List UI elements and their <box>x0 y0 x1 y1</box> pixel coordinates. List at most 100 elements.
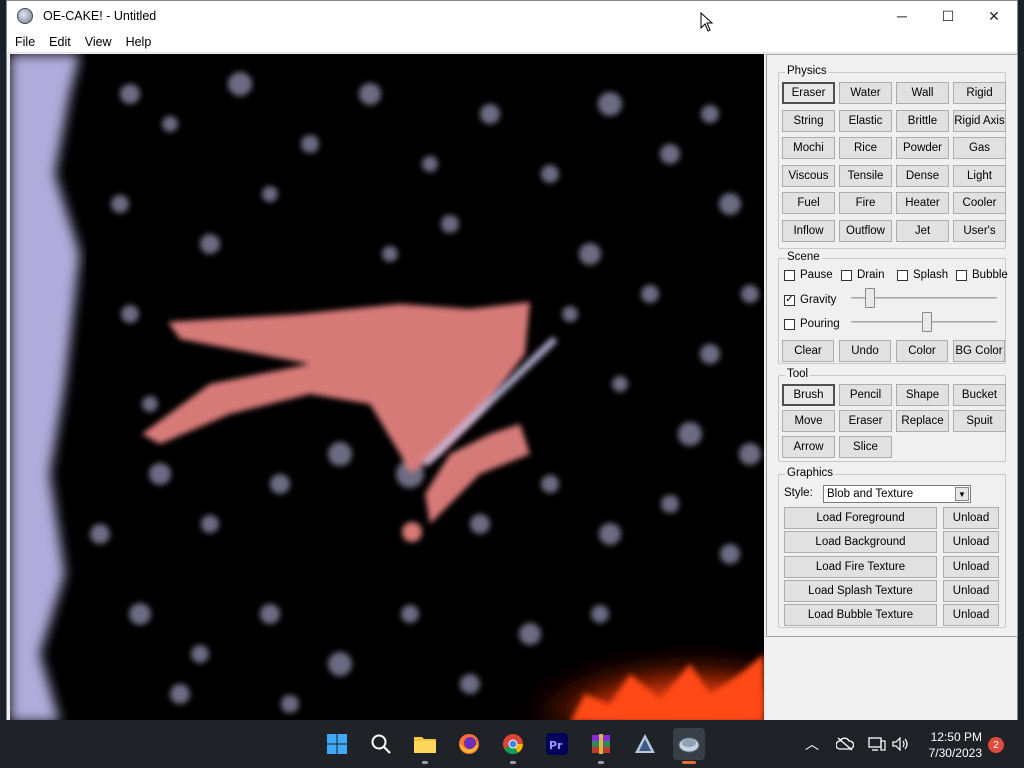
chrome-icon[interactable] <box>497 728 529 764</box>
pouring-slider-thumb[interactable] <box>921 312 932 332</box>
simulation-canvas[interactable] <box>10 54 764 722</box>
physics-group: Physics Eraser Water Wall Rigid String Elasti… <box>778 65 1006 249</box>
system-clock[interactable]: 12:50 PM 7/30/2023 <box>929 729 982 761</box>
maximize-button[interactable]: ☐ <box>925 1 971 31</box>
tool-eraser-button[interactable]: Eraser <box>839 410 892 432</box>
scene-group: Scene Pause Drain Splash Bubble ✓ Gravity… <box>778 251 1008 364</box>
physics-wall-button[interactable]: Wall <box>896 82 949 104</box>
physics-rigid-button[interactable]: Rigid <box>953 82 1006 104</box>
physics-powder-button[interactable]: Powder <box>896 137 949 160</box>
style-dropdown-value: Blob and Texture <box>827 488 914 500</box>
pause-label: Pause <box>800 269 833 281</box>
load-background-button[interactable]: Load Background <box>784 531 937 554</box>
tool-shape-button[interactable]: Shape <box>896 384 949 406</box>
pause-box <box>784 269 795 281</box>
physics-eraser-button[interactable]: Eraser <box>782 82 835 104</box>
unload-foreground-button[interactable]: Unload <box>943 507 999 529</box>
menu-file[interactable]: File <box>9 35 41 49</box>
chevron-down-icon[interactable]: ▼ <box>955 487 969 501</box>
physics-water-button[interactable]: Water <box>839 82 892 104</box>
windows-start-icon[interactable] <box>321 728 353 760</box>
title-bar[interactable]: OE-CAKE! - Untitled ─ ☐ ✕ <box>7 1 1017 31</box>
tool-slice-button[interactable]: Slice <box>839 436 892 458</box>
style-dropdown[interactable]: Blob and Texture ▼ <box>823 485 971 503</box>
menu-edit[interactable]: Edit <box>43 35 77 49</box>
oe-cake-icon[interactable] <box>673 728 705 764</box>
menu-help[interactable]: Help <box>120 35 158 49</box>
network-icon[interactable] <box>868 720 886 768</box>
app-window: OE-CAKE! - Untitled ─ ☐ ✕ File Edit View… <box>6 0 1018 722</box>
bubble-label: Bubble <box>972 269 1008 281</box>
physics-user-s-button[interactable]: User's <box>953 220 1006 242</box>
close-button[interactable]: ✕ <box>971 1 1017 31</box>
physics-tensile-button[interactable]: Tensile <box>839 164 892 187</box>
unload-splash-texture-button[interactable]: Unload <box>943 579 999 602</box>
tool-arrow-button[interactable]: Arrow <box>782 436 835 458</box>
show-hidden-icons-button[interactable]: ︿ <box>805 720 819 768</box>
inkscape-icon[interactable] <box>629 728 661 760</box>
physics-mochi-button[interactable]: Mochi <box>782 137 835 160</box>
file-explorer-running-indicator <box>422 761 428 764</box>
pause-checkbox[interactable]: Pause <box>784 269 833 281</box>
firefox-icon[interactable] <box>453 728 485 760</box>
physics-elastic-button[interactable]: Elastic <box>839 109 892 132</box>
physics-light-button[interactable]: Light <box>953 164 1006 187</box>
physics-fuel-button[interactable]: Fuel <box>782 192 835 215</box>
physics-jet-button[interactable]: Jet <box>896 220 949 242</box>
unload-background-button[interactable]: Unload <box>943 531 999 554</box>
volume-icon[interactable] <box>892 720 910 768</box>
tool-spuit-button[interactable]: Spuit <box>953 410 1006 432</box>
menu-view[interactable]: View <box>79 35 118 49</box>
physics-gas-button[interactable]: Gas <box>953 137 1006 160</box>
physics-inflow-button[interactable]: Inflow <box>782 220 835 242</box>
gravity-slider-thumb[interactable] <box>864 288 875 308</box>
undo-button[interactable]: Undo <box>839 340 891 362</box>
physics-rigid-axis-button[interactable]: Rigid Axis <box>953 109 1006 132</box>
load-bubble-texture-button[interactable]: Load Bubble Texture <box>784 604 937 627</box>
search-icon[interactable] <box>365 728 397 760</box>
tool-pencil-button[interactable]: Pencil <box>839 384 892 406</box>
clear-button[interactable]: Clear <box>782 340 834 362</box>
tool-group: Tool Brush Pencil Shape Bucket Move Eraser Rep… <box>778 368 1006 462</box>
tool-brush-button[interactable]: Brush <box>782 384 835 406</box>
bubble-checkbox[interactable]: Bubble <box>956 269 1008 281</box>
chrome-running-indicator <box>510 761 516 764</box>
physics-outflow-button[interactable]: Outflow <box>839 220 892 242</box>
oe-cake-running-indicator <box>682 761 696 764</box>
tool-bucket-button[interactable]: Bucket <box>953 384 1006 406</box>
gravity-checkbox[interactable]: ✓ Gravity <box>784 294 836 306</box>
notification-badge[interactable]: 2 <box>988 737 1004 753</box>
physics-brittle-button[interactable]: Brittle <box>896 109 949 132</box>
pouring-checkbox[interactable]: Pouring <box>784 318 840 330</box>
taskbar: Pr ︿ 12:50 PM 7/30/2023 2 <box>0 720 1024 768</box>
style-label: Style: <box>784 487 813 499</box>
physics-fire-button[interactable]: Fire <box>839 192 892 215</box>
unload-fire-texture-button[interactable]: Unload <box>943 555 999 578</box>
color-button[interactable]: Color <box>896 340 948 362</box>
load-splash-texture-button[interactable]: Load Splash Texture <box>784 579 937 602</box>
tool-replace-button[interactable]: Replace <box>896 410 949 432</box>
cloud-offline-icon[interactable] <box>836 720 854 768</box>
premiere-pro-icon[interactable]: Pr <box>541 728 573 760</box>
load-fire-texture-button[interactable]: Load Fire Texture <box>784 555 937 578</box>
splash-label: Splash <box>913 269 949 281</box>
minimize-button[interactable]: ─ <box>879 1 925 31</box>
splash-checkbox[interactable]: Splash <box>897 269 948 281</box>
tool-move-button[interactable]: Move <box>782 410 835 432</box>
winrar-icon[interactable] <box>585 728 617 764</box>
bg-color-button[interactable]: BG Color <box>953 340 1005 362</box>
gravity-box: ✓ <box>784 294 795 306</box>
file-explorer-icon[interactable] <box>409 728 441 764</box>
drain-checkbox[interactable]: Drain <box>841 269 884 281</box>
physics-heater-button[interactable]: Heater <box>896 192 949 215</box>
winrar-running-indicator <box>598 761 604 764</box>
physics-rice-button[interactable]: Rice <box>839 137 892 160</box>
physics-viscous-button[interactable]: Viscous <box>782 164 835 187</box>
physics-dense-button[interactable]: Dense <box>896 164 949 187</box>
gravity-slider[interactable] <box>851 288 997 308</box>
load-foreground-button[interactable]: Load Foreground <box>784 507 937 529</box>
physics-cooler-button[interactable]: Cooler <box>953 192 1006 215</box>
unload-bubble-texture-button[interactable]: Unload <box>943 604 999 627</box>
physics-string-button[interactable]: String <box>782 109 835 132</box>
pouring-slider[interactable] <box>851 312 997 332</box>
